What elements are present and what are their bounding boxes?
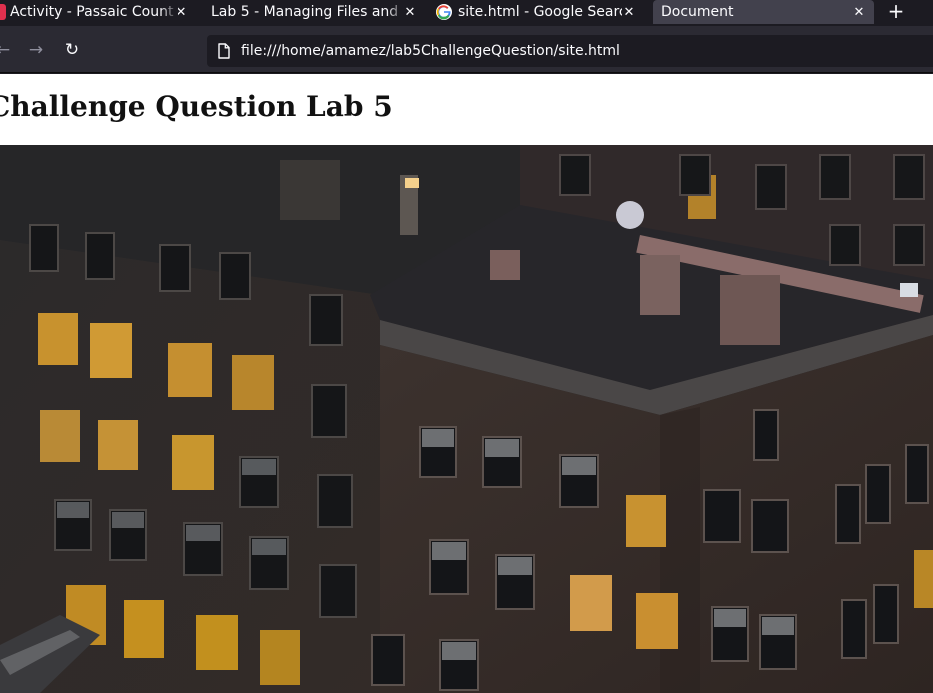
tab-fade — [387, 0, 405, 24]
tab-title: site.html - Google Search — [458, 4, 622, 20]
page-content: Challenge Question Lab 5 — [0, 74, 933, 693]
address-bar[interactable]: file:///home/amamez/lab5ChallengeQuestio… — [207, 35, 933, 67]
navigation-toolbar: ← → ↻ file:///home/amamez/lab5ChallengeQ… — [0, 26, 933, 73]
forward-button[interactable]: → — [25, 38, 47, 62]
page-title: Challenge Question Lab 5 — [0, 90, 393, 123]
new-tab-button[interactable]: + — [884, 0, 908, 24]
page-icon — [218, 43, 230, 59]
url-text[interactable]: file:///home/amamez/lab5ChallengeQuestio… — [241, 43, 620, 59]
tab-activity-passaic[interactable]: Activity - Passaic County C ✕ — [0, 0, 196, 24]
back-button[interactable]: ← — [0, 38, 14, 62]
tab-title: Activity - Passaic County C — [10, 4, 174, 20]
city-building-photo — [0, 145, 933, 693]
tab-document[interactable]: Document ✕ — [653, 0, 874, 24]
tab-lab5[interactable]: Lab 5 - Managing Files and D ✕ — [205, 0, 423, 24]
tab-strip: Activity - Passaic County C ✕ Lab 5 - Ma… — [0, 0, 933, 26]
close-tab-icon[interactable]: ✕ — [852, 5, 866, 20]
tab-google-search[interactable]: site.html - Google Search ✕ — [431, 0, 644, 24]
passaic-favicon-icon — [0, 4, 6, 20]
reload-button[interactable]: ↻ — [61, 38, 83, 62]
google-g-icon — [436, 4, 452, 20]
tab-title: Lab 5 - Managing Files and D — [211, 4, 403, 20]
close-tab-icon[interactable]: ✕ — [403, 5, 417, 20]
tab-title: Document — [661, 4, 734, 20]
tab-fade — [160, 0, 178, 24]
close-tab-icon[interactable]: ✕ — [622, 5, 636, 20]
